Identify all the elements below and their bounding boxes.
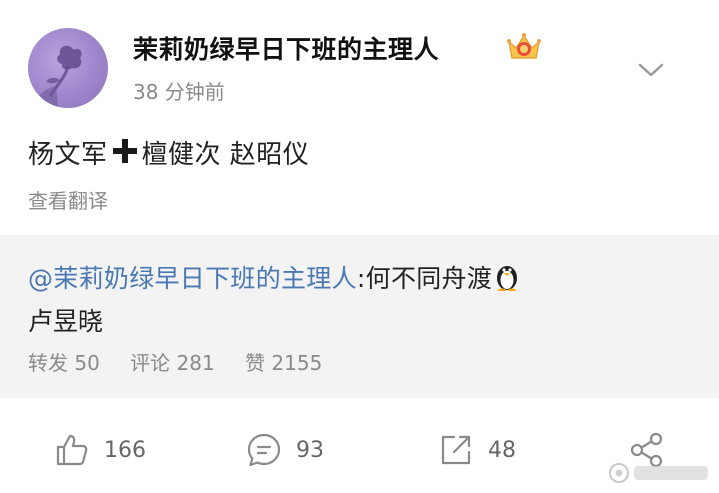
- rose-avatar-image: [32, 45, 82, 108]
- repost-count: 48: [488, 437, 516, 463]
- like-count: 166: [104, 437, 146, 463]
- repost-stats: 转发 50 评论 281 赞 2155: [28, 347, 346, 376]
- repost-button[interactable]: 48: [438, 432, 516, 468]
- repost-text: 何不同舟渡: [365, 264, 493, 293]
- post-text-part2: 檀健次 赵昭仪: [141, 140, 310, 170]
- repost-comment-count[interactable]: 评论 281: [130, 351, 215, 375]
- chevron-down-icon[interactable]: [636, 58, 666, 82]
- username[interactable]: 茉莉奶绿早日下班的主理人: [133, 30, 439, 66]
- vip-crown-icon[interactable]: [505, 30, 543, 62]
- view-translation-link[interactable]: 查看翻译: [28, 185, 108, 214]
- repost-mention-link[interactable]: @茉莉奶绿早日下班的主理人: [28, 264, 357, 293]
- repost-like-count[interactable]: 赞 2155: [245, 351, 322, 375]
- avatar[interactable]: [28, 28, 108, 108]
- post-timestamp: 38 分钟前: [133, 80, 225, 104]
- repost-colon: :: [356, 264, 366, 293]
- repost-forward-count[interactable]: 转发 50: [28, 351, 100, 375]
- comment-count: 93: [296, 437, 324, 463]
- like-button[interactable]: 166: [54, 432, 146, 468]
- heavy-plus-emoji-icon: [112, 139, 137, 163]
- repost-arrow-icon: [441, 435, 471, 465]
- post-text-part1: 杨文军: [28, 140, 108, 170]
- post-text: 杨文军 檀健次 赵昭仪: [28, 134, 309, 171]
- weibo-post: 茉莉奶绿早日下班的主理人 38 分钟前 杨文军 檀健次 赵昭仪 查看翻译 @茉莉奶…: [0, 0, 719, 493]
- comment-bubble-icon: [247, 433, 281, 467]
- repost-card[interactable]: @茉莉奶绿早日下班的主理人:何不同舟渡 卢昱晓 转发 50 评论 281 赞 2…: [0, 235, 719, 398]
- thumbs-up-icon: [56, 434, 88, 466]
- watermark-logo: [609, 463, 708, 483]
- comment-button[interactable]: 93: [246, 432, 324, 468]
- repost-text-line2: 卢昱晓: [28, 307, 104, 336]
- penguin-emoji-icon: [497, 266, 518, 291]
- repost-content: @茉莉奶绿早日下班的主理人:何不同舟渡: [28, 259, 520, 295]
